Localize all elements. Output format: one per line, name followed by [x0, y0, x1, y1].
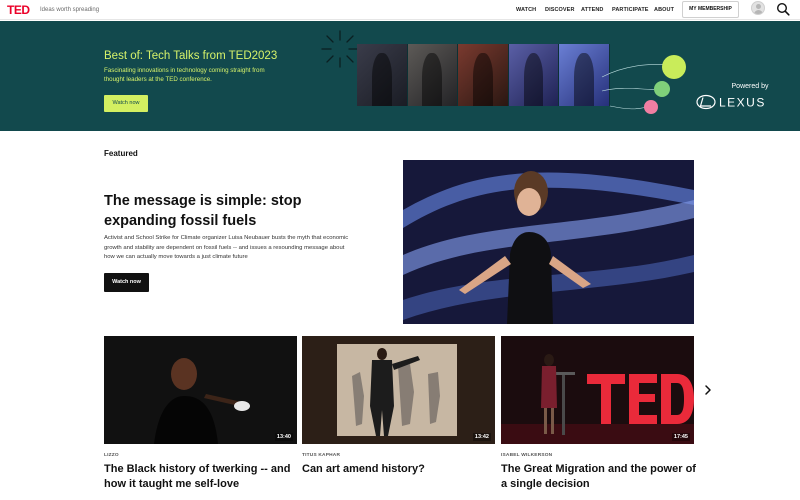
talk-duration: 17:45	[671, 433, 690, 441]
thumbnail-image	[104, 336, 297, 444]
talk-thumbnail[interactable]: 17:45	[501, 336, 694, 444]
talk-speaker[interactable]: TITUS KAPHAR	[302, 453, 340, 458]
ted-logo[interactable]: TED	[7, 3, 30, 17]
talk-thumbnail[interactable]: 13:42	[302, 336, 495, 444]
talk-thumbnail[interactable]: 13:40	[104, 336, 297, 444]
lexus-logo: LEXUS	[696, 94, 766, 110]
promo-banner: Best of: Tech Talks from TED2023 Fascina…	[0, 21, 800, 131]
search-icon[interactable]	[776, 2, 790, 16]
featured-talk-title[interactable]: The message is simple: stop expanding fo…	[104, 192, 334, 231]
decorative-bubbles	[601, 55, 686, 114]
nav-watch[interactable]: WATCH	[516, 5, 536, 15]
nav-discover[interactable]: DISCOVER	[545, 5, 575, 15]
talk-title[interactable]: The Black history of twerking -- and how…	[104, 462, 299, 492]
nav-about[interactable]: ABOUT	[654, 5, 674, 15]
site-header: TED Ideas worth spreading WATCH DISCOVER…	[0, 0, 800, 20]
lexus-wordmark: LEXUS	[719, 96, 766, 110]
featured-talk-description: Activist and School Strike for Climate o…	[104, 235, 349, 261]
tagline: Ideas worth spreading	[40, 7, 100, 13]
thumbnail-image	[302, 336, 495, 444]
sponsor-label: Powered by	[731, 83, 769, 90]
banner-title[interactable]: Best of: Tech Talks from TED2023	[104, 50, 277, 62]
talk-speaker[interactable]: ISABEL WILKERSON	[501, 453, 552, 458]
user-avatar-icon[interactable]	[751, 1, 765, 15]
banner-watch-now-button[interactable]: Watch now	[104, 95, 148, 112]
talk-duration: 13:42	[472, 433, 491, 441]
nav-participate[interactable]: PARTICIPATE	[612, 5, 649, 15]
speaker-photo	[458, 44, 509, 106]
talk-speaker[interactable]: LIZZO	[104, 453, 119, 458]
thumbnail-image	[501, 336, 694, 444]
my-membership-button[interactable]: MY MEMBERSHIP	[682, 1, 739, 18]
speaker-photo	[508, 44, 560, 106]
talk-title[interactable]: Can art amend history?	[302, 462, 497, 477]
speaker-photo	[407, 44, 459, 106]
banner-description: Fascinating innovations in technology co…	[104, 67, 265, 84]
talk-title[interactable]: The Great Migration and the power of a s…	[501, 462, 696, 492]
featured-heading: Featured	[104, 149, 138, 158]
talk-duration: 13:40	[274, 433, 293, 441]
featured-watch-now-button[interactable]: Watch now	[104, 273, 149, 292]
nav-attend[interactable]: ATTEND	[581, 5, 604, 15]
stage-illustration	[403, 160, 694, 324]
featured-talk-thumbnail[interactable]	[403, 160, 694, 324]
chevron-right-icon[interactable]	[703, 384, 713, 396]
speaker-photo	[357, 44, 408, 106]
speaker-photo-strip	[357, 44, 610, 106]
sparkle-burst-icon	[321, 30, 359, 68]
